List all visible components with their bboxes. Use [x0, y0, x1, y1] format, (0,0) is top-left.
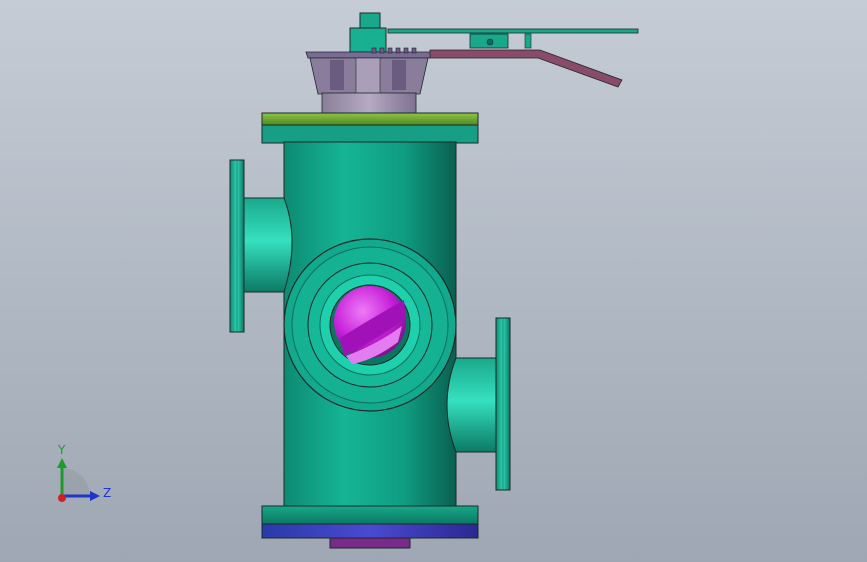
housing-slot-left	[330, 60, 344, 90]
handle-upper-bar	[387, 28, 639, 34]
bottom-assembly	[261, 505, 479, 549]
stem-collar	[321, 92, 417, 114]
inner-stem	[355, 57, 381, 95]
handle-assembly[interactable]	[305, 12, 639, 114]
axis-z-label: Z	[103, 486, 112, 500]
front-port	[283, 238, 457, 412]
orientation-triad	[57, 458, 100, 502]
axis-y-label: Y	[58, 443, 66, 457]
left-port	[229, 159, 293, 333]
lever-handle[interactable]	[429, 49, 623, 88]
housing-slot-right	[392, 60, 406, 90]
latch	[524, 33, 532, 49]
valve-model[interactable]	[0, 0, 867, 562]
top-flange	[261, 112, 479, 144]
pivot-pin	[486, 38, 494, 46]
cad-viewport[interactable]: Y Z	[0, 0, 867, 562]
x-axis-dot	[58, 494, 66, 502]
stem-cap	[359, 12, 381, 30]
